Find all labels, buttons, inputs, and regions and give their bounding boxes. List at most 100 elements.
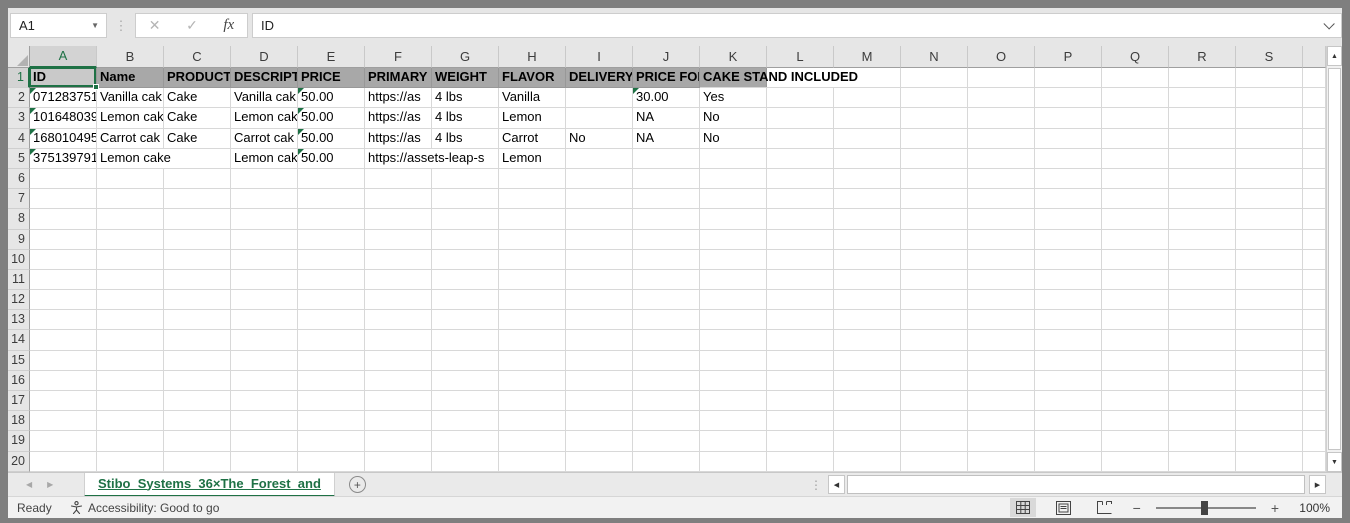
cell-N6[interactable] bbox=[901, 169, 968, 189]
row-header-16[interactable]: 16 bbox=[8, 371, 30, 391]
cell-D4[interactable]: Carrot cak bbox=[231, 129, 298, 149]
cell-N9[interactable] bbox=[901, 230, 968, 250]
cell-H14[interactable] bbox=[499, 330, 566, 350]
cell-J14[interactable] bbox=[633, 330, 700, 350]
page-break-view-button[interactable] bbox=[1092, 498, 1118, 517]
cell-B8[interactable] bbox=[97, 209, 164, 229]
scroll-down-icon[interactable]: ▼ bbox=[1327, 452, 1342, 472]
cell-N5[interactable] bbox=[901, 149, 968, 169]
row-header-13[interactable]: 13 bbox=[8, 310, 30, 330]
enter-icon[interactable]: ✓ bbox=[186, 17, 198, 34]
cell-E2[interactable]: 50.00 bbox=[298, 88, 365, 108]
cell-partial-18[interactable] bbox=[1303, 411, 1326, 431]
cell-D15[interactable] bbox=[231, 351, 298, 371]
accessibility-status[interactable]: Accessibility: Good to go bbox=[70, 501, 219, 515]
cell-P8[interactable] bbox=[1035, 209, 1102, 229]
vertical-scrollbar-thumb[interactable] bbox=[1328, 68, 1341, 450]
cell-E20[interactable] bbox=[298, 452, 365, 472]
cell-S13[interactable] bbox=[1236, 310, 1303, 330]
cell-I10[interactable] bbox=[566, 250, 633, 270]
cell-C14[interactable] bbox=[164, 330, 231, 350]
cell-B5[interactable]: Lemon cake bbox=[97, 149, 231, 169]
error-indicator-icon[interactable] bbox=[30, 149, 36, 155]
cell-C12[interactable] bbox=[164, 290, 231, 310]
cell-Q9[interactable] bbox=[1102, 230, 1169, 250]
cell-E11[interactable] bbox=[298, 270, 365, 290]
column-header-I[interactable]: I bbox=[566, 46, 633, 68]
cell-M9[interactable] bbox=[834, 230, 901, 250]
cell-E8[interactable] bbox=[298, 209, 365, 229]
error-indicator-icon[interactable] bbox=[633, 88, 639, 94]
cell-I19[interactable] bbox=[566, 431, 633, 451]
cell-C7[interactable] bbox=[164, 189, 231, 209]
cell-J18[interactable] bbox=[633, 411, 700, 431]
cell-L11[interactable] bbox=[767, 270, 834, 290]
cell-K6[interactable] bbox=[700, 169, 767, 189]
cell-F19[interactable] bbox=[365, 431, 432, 451]
cell-A9[interactable] bbox=[30, 230, 97, 250]
row-header-7[interactable]: 7 bbox=[8, 189, 30, 209]
cell-L18[interactable] bbox=[767, 411, 834, 431]
cell-P14[interactable] bbox=[1035, 330, 1102, 350]
vertical-scrollbar[interactable]: ▲ ▼ bbox=[1326, 46, 1342, 472]
cell-G11[interactable] bbox=[432, 270, 499, 290]
cell-K7[interactable] bbox=[700, 189, 767, 209]
cell-B3[interactable]: Lemon cak bbox=[97, 108, 164, 128]
cell-B20[interactable] bbox=[97, 452, 164, 472]
cell-M11[interactable] bbox=[834, 270, 901, 290]
row-header-9[interactable]: 9 bbox=[8, 230, 30, 250]
cell-N20[interactable] bbox=[901, 452, 968, 472]
cell-M17[interactable] bbox=[834, 391, 901, 411]
column-header-B[interactable]: B bbox=[97, 46, 164, 68]
cell-F18[interactable] bbox=[365, 411, 432, 431]
cell-partial-2[interactable] bbox=[1303, 88, 1326, 108]
cell-N15[interactable] bbox=[901, 351, 968, 371]
cell-A4[interactable]: 168010495 bbox=[30, 129, 97, 149]
cell-O9[interactable] bbox=[968, 230, 1035, 250]
cell-R9[interactable] bbox=[1169, 230, 1236, 250]
cell-partial-9[interactable] bbox=[1303, 230, 1326, 250]
row-header-12[interactable]: 12 bbox=[8, 290, 30, 310]
cell-Q17[interactable] bbox=[1102, 391, 1169, 411]
cell-B10[interactable] bbox=[97, 250, 164, 270]
cell-O13[interactable] bbox=[968, 310, 1035, 330]
cell-F1[interactable]: PRIMARY bbox=[365, 68, 432, 88]
cell-H4[interactable]: Carrot bbox=[499, 129, 566, 149]
tab-nav-left-icon[interactable]: ◀ bbox=[26, 480, 32, 489]
cell-M16[interactable] bbox=[834, 371, 901, 391]
cell-E14[interactable] bbox=[298, 330, 365, 350]
cell-I5[interactable] bbox=[566, 149, 633, 169]
cell-P10[interactable] bbox=[1035, 250, 1102, 270]
cell-partial-6[interactable] bbox=[1303, 169, 1326, 189]
cell-R3[interactable] bbox=[1169, 108, 1236, 128]
cell-G10[interactable] bbox=[432, 250, 499, 270]
cell-H16[interactable] bbox=[499, 371, 566, 391]
cell-F13[interactable] bbox=[365, 310, 432, 330]
column-header-C[interactable]: C bbox=[164, 46, 231, 68]
cell-P15[interactable] bbox=[1035, 351, 1102, 371]
cell-F17[interactable] bbox=[365, 391, 432, 411]
scroll-right-icon[interactable]: ▶ bbox=[1309, 475, 1326, 494]
cell-N13[interactable] bbox=[901, 310, 968, 330]
cell-O8[interactable] bbox=[968, 209, 1035, 229]
cell-B18[interactable] bbox=[97, 411, 164, 431]
cell-B15[interactable] bbox=[97, 351, 164, 371]
cell-P16[interactable] bbox=[1035, 371, 1102, 391]
cell-A19[interactable] bbox=[30, 431, 97, 451]
cell-R10[interactable] bbox=[1169, 250, 1236, 270]
cell-N8[interactable] bbox=[901, 209, 968, 229]
column-header-Q[interactable]: Q bbox=[1102, 46, 1169, 68]
cell-G3[interactable]: 4 lbs bbox=[432, 108, 499, 128]
cell-F12[interactable] bbox=[365, 290, 432, 310]
cell-H6[interactable] bbox=[499, 169, 566, 189]
page-layout-view-button[interactable] bbox=[1051, 498, 1077, 517]
cell-partial-12[interactable] bbox=[1303, 290, 1326, 310]
cell-A2[interactable]: 071283751 bbox=[30, 88, 97, 108]
cell-partial-4[interactable] bbox=[1303, 129, 1326, 149]
cell-C8[interactable] bbox=[164, 209, 231, 229]
cell-O10[interactable] bbox=[968, 250, 1035, 270]
cell-O15[interactable] bbox=[968, 351, 1035, 371]
cell-Q15[interactable] bbox=[1102, 351, 1169, 371]
column-header-H[interactable]: H bbox=[499, 46, 566, 68]
cell-partial-8[interactable] bbox=[1303, 209, 1326, 229]
